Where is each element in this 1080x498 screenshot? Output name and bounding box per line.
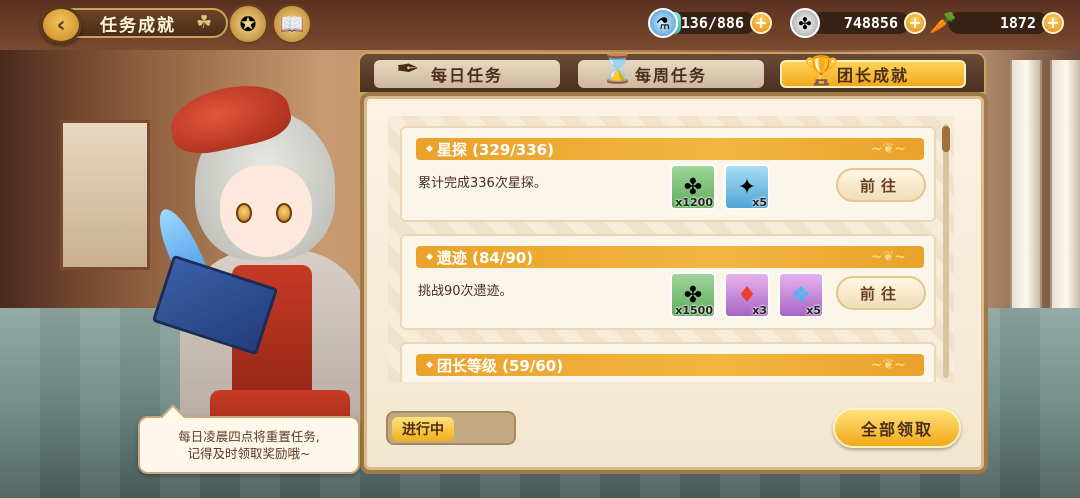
task-description: 挑战90次遗迹。 [418, 284, 513, 299]
task-title-bar: ◆ 团长等级 (59/60) ~❦~ [416, 354, 924, 376]
tab-weekly[interactable]: ⌛ 每周任务 [578, 52, 764, 88]
reward-item[interactable]: ✤ x1500 [670, 272, 716, 318]
tab-daily-label: 每日任务 [430, 66, 503, 85]
character-eye [236, 203, 252, 223]
tab-achievements[interactable]: 🏆 团长成就 [780, 54, 966, 88]
reward-item[interactable]: ♦ x3 [724, 272, 770, 318]
quill-book-icon: ✒ [396, 52, 422, 85]
task-card: ◆ 团长等级 (59/60) ~❦~ [400, 342, 936, 382]
silver-value: 748856 [843, 14, 898, 32]
compass-icon[interactable]: ✪ [228, 4, 268, 44]
back-button[interactable]: ‹ [40, 6, 82, 44]
back-arrow-icon: ‹ [56, 12, 66, 38]
carrot-bar: 1872 [948, 12, 1048, 34]
stamina-value: 136/886 [680, 14, 744, 32]
reward-item[interactable]: ✤ x1200 [670, 164, 716, 210]
reward-quantity: x3 [752, 304, 767, 317]
flourish-icon: ~❦~ [870, 249, 906, 265]
go-button-label: 前往 [859, 176, 902, 195]
tab-weekly-label: 每周任务 [634, 66, 707, 85]
bullet-icon: ◆ [426, 360, 433, 370]
go-button[interactable]: 前往 [836, 168, 926, 202]
scrollbar-thumb[interactable] [942, 126, 950, 152]
wall-painting [60, 120, 150, 270]
carrot-value: 1872 [999, 14, 1036, 32]
flourish-icon: ~❦~ [870, 357, 906, 373]
reward-quantity: x1200 [675, 196, 713, 209]
task-title-bar: ◆ 遗迹 (84/90) ~❦~ [416, 246, 924, 268]
task-card: ◆ 遗迹 (84/90) ~❦~ 挑战90次遗迹。 ✤ x1500 ♦ x3 ❖… [400, 234, 936, 330]
hourglass-icon: ⌛ [600, 52, 637, 85]
trophy-icon: 🏆 [804, 54, 841, 87]
bullet-icon: ◆ [426, 144, 433, 154]
stamina-bar: 136/886 [668, 12, 756, 34]
add-stamina-button[interactable]: + [750, 12, 772, 34]
add-silver-button[interactable]: + [904, 12, 926, 34]
claim-all-label: 全部领取 [860, 420, 933, 439]
codex-book-icon[interactable]: 📖 [272, 4, 312, 44]
reward-quantity: x5 [806, 304, 821, 317]
stamina-resource: ⚗ 136/886 + [648, 8, 772, 38]
tip-line: 记得及时领取奖励哦~ [187, 446, 311, 461]
tip-bubble: 每日凌晨四点将重置任务, 记得及时领取奖励哦~ [138, 416, 360, 474]
character-face [220, 165, 312, 257]
carrot-resource: 🥕 1872 + [928, 10, 1064, 36]
page-title: 任务成就 [100, 15, 176, 36]
status-filter[interactable]: 进行中 [386, 411, 516, 445]
add-carrot-button[interactable]: + [1042, 12, 1064, 34]
go-button[interactable]: 前往 [836, 276, 926, 310]
silver-bar: 748856 [810, 12, 910, 34]
flourish-icon: ~❦~ [870, 141, 906, 157]
carrot-icon: 🥕 [929, 10, 957, 36]
claim-all-button[interactable]: 全部领取 [833, 408, 961, 448]
tab-achievements-label: 团长成就 [836, 66, 909, 85]
task-title: 星探 (329/336) [436, 140, 554, 159]
task-title-bar: ◆ 星探 (329/336) ~❦~ [416, 138, 924, 160]
reward-quantity: x5 [752, 196, 767, 209]
tip-line: 每日凌晨四点将重置任务, [178, 429, 320, 444]
silver-resource: ✤ 748856 + [790, 8, 926, 38]
task-title: 团长等级 (59/60) [436, 356, 564, 375]
status-filter-label: 进行中 [392, 417, 454, 441]
reward-quantity: x1500 [675, 304, 713, 317]
tab-daily[interactable]: ✒ 每日任务 [374, 52, 560, 88]
clover-icon: ☘ [196, 12, 213, 33]
task-title: 遗迹 (84/90) [436, 248, 534, 267]
bullet-icon: ◆ [426, 252, 433, 262]
scrollbar-track[interactable] [943, 124, 949, 378]
reward-item[interactable]: ✦ x5 [724, 164, 770, 210]
go-button-label: 前往 [859, 284, 902, 303]
tab-bar: ✒ 每日任务 ⌛ 每周任务 🏆 团长成就 [358, 52, 986, 94]
potion-icon: ⚗ [648, 8, 678, 38]
reward-item[interactable]: ❖ x5 [778, 272, 824, 318]
clover-coin-icon: ✤ [790, 8, 820, 38]
task-description: 累计完成336次星探。 [418, 176, 547, 191]
character-eye [276, 203, 292, 223]
task-card: ◆ 星探 (329/336) ~❦~ 累计完成336次星探。 ✤ x1200 ✦… [400, 126, 936, 222]
